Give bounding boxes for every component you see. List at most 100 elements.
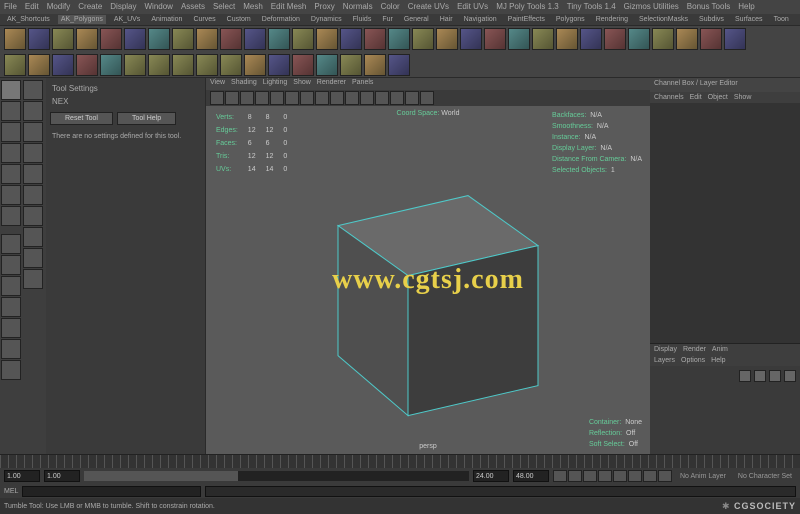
shelf-icon[interactable] bbox=[652, 28, 674, 50]
vp-menu-renderer[interactable]: Renderer bbox=[317, 79, 346, 89]
vp-menu-lighting[interactable]: Lighting bbox=[263, 79, 288, 89]
move-tool-icon[interactable] bbox=[1, 122, 21, 142]
shelf-icon[interactable] bbox=[196, 28, 218, 50]
layer-menu-layers[interactable]: Layers bbox=[654, 357, 675, 364]
shelf-icon[interactable] bbox=[76, 54, 98, 76]
menu-proxy[interactable]: Proxy bbox=[314, 2, 334, 12]
time-slider[interactable] bbox=[0, 454, 800, 468]
play-forward-icon[interactable] bbox=[613, 470, 627, 482]
shelf-icon[interactable] bbox=[76, 28, 98, 50]
layer-sel-icon[interactable] bbox=[769, 370, 781, 382]
char-set-label[interactable]: No Character Set bbox=[734, 473, 796, 480]
menu-display[interactable]: Display bbox=[110, 2, 136, 12]
layout-graph-icon[interactable] bbox=[1, 318, 21, 338]
vp-tool-icon[interactable] bbox=[255, 91, 269, 105]
shelf-tab[interactable]: Toon bbox=[771, 15, 792, 24]
menu-edit[interactable]: Edit bbox=[25, 2, 39, 12]
shelf-icon[interactable] bbox=[244, 54, 266, 76]
viewport-3d[interactable]: Verts:880 Edges:12120 Faces:660 Tris:121… bbox=[206, 106, 650, 454]
manip-tool-icon[interactable] bbox=[1, 185, 21, 205]
shelf-icon[interactable] bbox=[388, 54, 410, 76]
anim-end-field[interactable] bbox=[513, 470, 549, 482]
vp-tool-icon[interactable] bbox=[420, 91, 434, 105]
shelf-tab[interactable]: AK_UVs bbox=[111, 15, 143, 24]
layer-menu-options[interactable]: Options bbox=[681, 357, 705, 364]
shelf-icon[interactable] bbox=[4, 54, 26, 76]
shelf-tab[interactable]: AK_Polygons bbox=[58, 15, 106, 24]
layer-empty-icon[interactable] bbox=[754, 370, 766, 382]
menu-edituvs[interactable]: Edit UVs bbox=[457, 2, 488, 12]
sidebar-icon[interactable] bbox=[23, 185, 43, 205]
play-back-icon[interactable] bbox=[598, 470, 612, 482]
shelf-icon[interactable] bbox=[484, 28, 506, 50]
layout-four-icon[interactable] bbox=[1, 255, 21, 275]
shelf-icon[interactable] bbox=[148, 28, 170, 50]
layer-menu-help[interactable]: Help bbox=[711, 357, 725, 364]
vp-tool-icon[interactable] bbox=[210, 91, 224, 105]
sidebar-icon[interactable] bbox=[23, 269, 43, 289]
layer-tab-anim[interactable]: Anim bbox=[712, 346, 728, 353]
menu-select[interactable]: Select bbox=[213, 2, 235, 12]
shelf-icon[interactable] bbox=[556, 28, 578, 50]
layout-single-icon[interactable] bbox=[1, 234, 21, 254]
shelf-tab[interactable]: Fluids bbox=[350, 15, 375, 24]
shelf-icon[interactable] bbox=[340, 28, 362, 50]
shelf-icon[interactable] bbox=[580, 28, 602, 50]
shelf-tab[interactable]: SelectionMasks bbox=[636, 15, 691, 24]
menu-editmesh[interactable]: Edit Mesh bbox=[271, 2, 307, 12]
menu-color[interactable]: Color bbox=[381, 2, 400, 12]
layout-hyper-icon[interactable] bbox=[1, 360, 21, 380]
shelf-tab[interactable]: Animation bbox=[148, 15, 185, 24]
shelf-icon[interactable] bbox=[220, 54, 242, 76]
shelf-tab[interactable]: Fur bbox=[379, 15, 396, 24]
menu-gizmos[interactable]: Gizmos Utilities bbox=[624, 2, 679, 12]
vp-tool-icon[interactable] bbox=[405, 91, 419, 105]
shelf-icon[interactable] bbox=[52, 28, 74, 50]
shelf-icon[interactable] bbox=[220, 28, 242, 50]
anim-layer-label[interactable]: No Anim Layer bbox=[676, 473, 730, 480]
shelf-tab[interactable]: Rendering bbox=[593, 15, 631, 24]
shelf-icon[interactable] bbox=[340, 54, 362, 76]
shelf-tab[interactable]: Navigation bbox=[461, 15, 500, 24]
shelf-icon[interactable] bbox=[460, 28, 482, 50]
shelf-icon[interactable] bbox=[364, 54, 386, 76]
shelf-tab[interactable]: Curves bbox=[190, 15, 218, 24]
menu-tinytools[interactable]: Tiny Tools 1.4 bbox=[567, 2, 616, 12]
layer-remove-icon[interactable] bbox=[784, 370, 796, 382]
sidebar-icon[interactable] bbox=[23, 206, 43, 226]
sidebar-icon[interactable] bbox=[23, 101, 43, 121]
vp-tool-icon[interactable] bbox=[315, 91, 329, 105]
shelf-icon[interactable] bbox=[724, 28, 746, 50]
tool-help-button[interactable]: Tool Help bbox=[117, 112, 176, 125]
vp-tool-icon[interactable] bbox=[240, 91, 254, 105]
vp-tool-icon[interactable] bbox=[390, 91, 404, 105]
vp-menu-panels[interactable]: Panels bbox=[352, 79, 373, 89]
vp-tool-icon[interactable] bbox=[225, 91, 239, 105]
forward-end-icon[interactable] bbox=[658, 470, 672, 482]
rotate-tool-icon[interactable] bbox=[1, 143, 21, 163]
shelf-icon[interactable] bbox=[100, 28, 122, 50]
shelf-icon[interactable] bbox=[700, 28, 722, 50]
shelf-icon[interactable] bbox=[316, 54, 338, 76]
shelf-icon[interactable] bbox=[436, 28, 458, 50]
shelf-tab[interactable]: Surfaces bbox=[732, 15, 766, 24]
menu-mjpoly[interactable]: MJ Poly Tools 1.3 bbox=[496, 2, 559, 12]
range-end-field[interactable] bbox=[473, 470, 509, 482]
vp-tool-icon[interactable] bbox=[300, 91, 314, 105]
vp-tool-icon[interactable] bbox=[345, 91, 359, 105]
menu-help[interactable]: Help bbox=[738, 2, 754, 12]
shelf-icon[interactable] bbox=[124, 28, 146, 50]
shelf-tab[interactable]: AK_Shortcuts bbox=[4, 15, 53, 24]
menu-create[interactable]: Create bbox=[78, 2, 102, 12]
shelf-tab[interactable]: Hair bbox=[437, 15, 456, 24]
vp-tool-icon[interactable] bbox=[330, 91, 344, 105]
menu-window[interactable]: Window bbox=[145, 2, 173, 12]
reset-tool-button[interactable]: Reset Tool bbox=[50, 112, 113, 125]
command-input[interactable] bbox=[22, 486, 201, 497]
vp-tool-icon[interactable] bbox=[270, 91, 284, 105]
sidebar-icon[interactable] bbox=[23, 164, 43, 184]
menu-file[interactable]: File bbox=[4, 2, 17, 12]
shelf-icon[interactable] bbox=[532, 28, 554, 50]
shelf-icon[interactable] bbox=[388, 28, 410, 50]
shelf-icon[interactable] bbox=[172, 54, 194, 76]
